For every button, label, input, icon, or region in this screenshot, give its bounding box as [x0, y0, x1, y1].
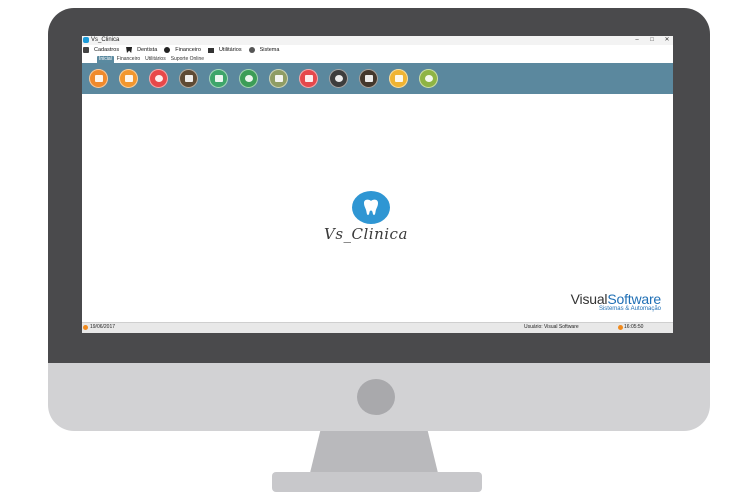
gear-icon: [248, 47, 255, 53]
ribbon-tabs: Inicial Financeiro Utilitários Suporte O…: [82, 55, 673, 63]
toolbar-button-card[interactable]: [269, 69, 288, 88]
app-icon: [83, 37, 89, 43]
logo-text: Vs_Clinica: [324, 225, 408, 243]
bulb-icon: [394, 75, 403, 82]
money-bag-icon: [244, 75, 253, 82]
dollar-icon: [164, 47, 171, 53]
menu-sistema[interactable]: Sistema: [248, 47, 280, 53]
toolbar-button-money-bag[interactable]: [239, 69, 258, 88]
menu-label: Sistema: [259, 47, 280, 53]
maximize-button[interactable]: □: [648, 36, 656, 45]
vendor-tagline: Sistemas & Automação: [598, 306, 661, 312]
card-icon: [274, 75, 283, 82]
toolbar-button-backup[interactable]: [419, 69, 438, 88]
title-bar: Vs_Clinica – □ ✕: [82, 36, 673, 45]
content-area: Vs_Clinica VisualSoftware Sistemas & Aut…: [82, 94, 673, 323]
toolbar-button-agenda[interactable]: [179, 69, 198, 88]
window-title: Vs_Clinica: [91, 37, 120, 43]
tab-inicial[interactable]: Inicial: [97, 56, 114, 63]
status-user: Usuário: Visual Software: [524, 324, 579, 330]
wallet-icon: [214, 75, 223, 82]
vendor-logo: VisualSoftware Sistemas & Automação: [570, 291, 662, 313]
tooth-icon: [126, 47, 133, 53]
globe-icon: [154, 75, 163, 82]
app-window: Vs_Clinica – □ ✕ Cadastros Dentista Fina…: [82, 36, 673, 333]
status-bar: 19/06/2017 Usuário: Visual Software 16:0…: [82, 322, 673, 333]
toolbar-button-report[interactable]: [299, 69, 318, 88]
toolbar-button-add[interactable]: [329, 69, 348, 88]
menu-label: Financeiro: [175, 47, 201, 53]
calendar-icon: [83, 325, 88, 330]
vendor-name-part2: Software: [607, 291, 661, 307]
dentist-icon: [124, 75, 133, 82]
minimize-button[interactable]: –: [633, 36, 641, 45]
toolbar-button-wallet[interactable]: [209, 69, 228, 88]
tab-financeiro[interactable]: Financeiro: [115, 56, 142, 63]
exit-icon: [364, 75, 373, 82]
vendor-name: VisualSoftware: [570, 291, 662, 307]
power-button: [357, 379, 395, 415]
backup-icon: [424, 75, 433, 82]
menu-financeiro[interactable]: Financeiro: [164, 47, 201, 53]
menu-cadastros[interactable]: Cadastros: [83, 47, 119, 53]
monitor-stand-base: [272, 472, 482, 492]
toolbar-button-exit[interactable]: [359, 69, 378, 88]
toolbar-button-dentist[interactable]: [119, 69, 138, 88]
menu-bar: Cadastros Dentista Financeiro Utilitário…: [82, 45, 673, 55]
vendor-name-part1: Visual: [570, 291, 608, 307]
window-controls: – □ ✕: [633, 36, 671, 45]
menu-utilitarios[interactable]: Utilitários: [207, 47, 242, 53]
toolbar-button-patients[interactable]: [89, 69, 108, 88]
clipboard-icon: [83, 47, 89, 53]
folder-icon: [207, 47, 214, 53]
report-icon: [304, 75, 313, 82]
status-date: 19/06/2017: [90, 324, 116, 330]
tooth-logo-icon: [352, 191, 390, 224]
tab-suporte-online[interactable]: Suporte Online: [169, 56, 206, 63]
menu-label: Dentista: [137, 47, 158, 53]
tab-utilitarios[interactable]: Utilitários: [143, 56, 168, 63]
agenda-icon: [184, 75, 193, 82]
menu-dentista[interactable]: Dentista: [126, 47, 157, 53]
close-button[interactable]: ✕: [663, 36, 671, 45]
app-logo: Vs_Clinica: [320, 191, 450, 251]
clock-icon: [618, 325, 623, 330]
menu-label: Cadastros: [94, 47, 120, 53]
menu-label: Utilitários: [218, 47, 242, 53]
add-icon: [334, 75, 343, 82]
patients-icon: [94, 75, 103, 82]
monitor-stand-neck: [310, 431, 438, 473]
toolbar-button-globe[interactable]: [149, 69, 168, 88]
toolbar-button-bulb[interactable]: [389, 69, 408, 88]
status-time: 16:05:50: [624, 324, 644, 330]
toolbar: [82, 63, 673, 94]
